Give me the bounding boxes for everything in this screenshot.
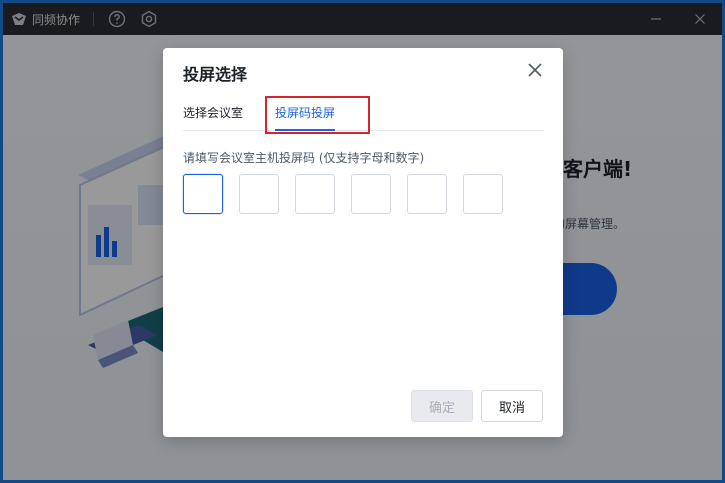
cast-code-input-4[interactable]	[351, 174, 391, 214]
dialog-title: 投屏选择	[183, 65, 248, 84]
cast-code-input-2[interactable]	[239, 174, 279, 214]
cast-code-inputs	[183, 174, 503, 214]
cast-code-input-1[interactable]	[183, 174, 223, 214]
cast-select-dialog: 投屏选择 选择会议室 投屏码投屏 请填写会议室主机投屏码 (仅支持字母和数字) …	[163, 48, 563, 437]
cancel-button[interactable]: 取消	[481, 390, 543, 422]
highlight-annotation	[265, 96, 370, 134]
cast-code-input-6[interactable]	[463, 174, 503, 214]
close-icon[interactable]	[527, 62, 543, 78]
tab-select-room[interactable]: 选择会议室	[183, 104, 243, 121]
cast-code-label: 请填写会议室主机投屏码 (仅支持字母和数字)	[183, 151, 425, 165]
cast-code-input-3[interactable]	[295, 174, 335, 214]
cast-code-input-5[interactable]	[407, 174, 447, 214]
confirm-button[interactable]: 确定	[411, 390, 473, 422]
